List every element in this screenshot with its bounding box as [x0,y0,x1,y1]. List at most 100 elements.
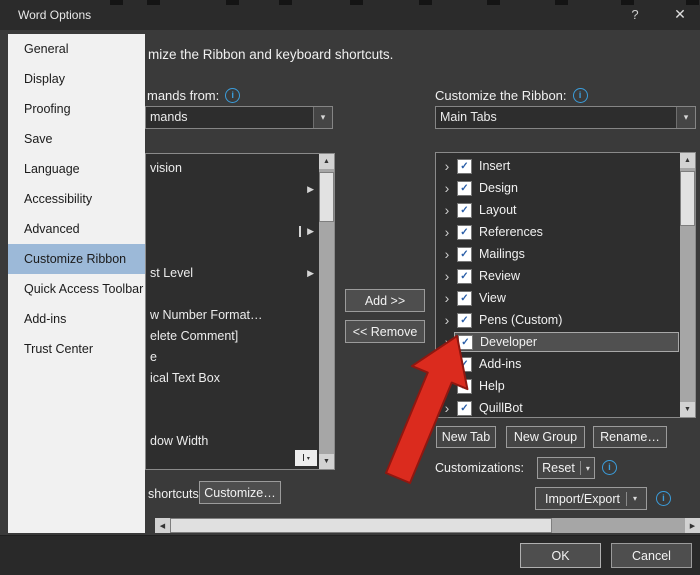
horizontal-scrollbar[interactable]: ◀ ▶ [155,518,700,533]
ribbon-tab-row-insert[interactable]: › ✓ Insert [437,155,679,177]
command-list-item[interactable]: w Number Format… [148,305,317,326]
chevron-right-icon[interactable]: › [440,222,454,242]
ribbon-tab-row-add-ins[interactable]: › ✓ Add-ins [437,353,679,375]
scroll-down-icon[interactable]: ▼ [319,454,334,469]
ribbon-tabs-listbox[interactable]: › ✓ Insert › ✓ Design › ✓ Layout › ✓ References › ✓ Ma… [435,152,696,418]
sidebar-item-general[interactable]: General [8,34,145,64]
command-list-item[interactable]: elete Comment] [148,326,317,347]
chevron-down-icon[interactable]: ▾ [676,107,695,128]
close-icon[interactable]: ✕ [668,6,692,23]
main-tabs-dropdown[interactable]: Main Tabs ▾ [435,106,696,129]
command-list-item[interactable] [148,410,317,431]
chevron-right-icon[interactable]: › [440,266,454,286]
customizations-label: Customizations: [435,461,524,475]
info-icon[interactable]: i [225,88,241,103]
command-list-item[interactable]: st Level ▶ [148,263,317,284]
cancel-button[interactable]: Cancel [611,543,692,568]
ribbon-tab-row-mailings[interactable]: › ✓ Mailings [437,243,679,265]
text-cursor-dropdown[interactable]: I ▾ [295,450,317,466]
ribbon-tab-row-help[interactable]: › ✓ Help [437,375,679,397]
ribbon-tab-row-pens-custom[interactable]: › ✓ Pens (Custom) [437,309,679,331]
chevron-right-icon[interactable]: › [440,398,454,418]
sidebar-item-proofing[interactable]: Proofing [8,94,145,124]
help-icon[interactable]: ? [624,7,646,22]
command-list-item[interactable]: dow Width [148,431,317,452]
checkbox-checked[interactable]: ✓ [457,378,472,394]
chevron-right-icon[interactable]: › [440,200,454,220]
ribbon-tab-row-review[interactable]: › ✓ Review [437,265,679,287]
sidebar-item-save[interactable]: Save [8,124,145,154]
ribbon-tab-inner: ✓ Pens (Custom) [454,310,679,330]
add-button[interactable]: Add >> [345,289,425,312]
sidebar-item-quick-access-toolbar[interactable]: Quick Access Toolbar [8,274,145,304]
chevron-down-icon[interactable]: ▾ [313,107,332,128]
scrollbar-thumb[interactable] [680,171,695,226]
checkbox-checked[interactable]: ✓ [457,356,472,372]
checkbox-checked[interactable]: ✓ [457,180,472,196]
new-group-button[interactable]: New Group [506,426,585,448]
rename-button[interactable]: Rename… [593,426,667,448]
checkbox-checked[interactable]: ✓ [457,202,472,218]
scrollbar-thumb[interactable] [170,518,552,533]
chevron-right-icon[interactable]: › [440,244,454,264]
scroll-left-icon[interactable]: ◀ [155,518,170,533]
checkbox-checked[interactable]: ✓ [458,334,473,350]
sidebar-item-advanced[interactable]: Advanced [8,214,145,244]
sidebar-item-customize-ribbon[interactable]: Customize Ribbon [8,244,145,274]
chevron-right-icon[interactable]: › [440,310,454,330]
chevron-right-icon[interactable]: › [440,376,454,396]
scroll-up-icon[interactable]: ▲ [319,154,334,169]
ribbon-tab-row-design[interactable]: › ✓ Design [437,177,679,199]
ribbon-tab-row-view[interactable]: › ✓ View [437,287,679,309]
command-list-item[interactable] [148,242,317,263]
checkbox-checked[interactable]: ✓ [457,400,472,416]
chevron-right-icon[interactable]: › [440,156,454,176]
command-list-item-label [148,287,150,301]
chevron-right-icon[interactable]: › [440,354,454,374]
info-icon[interactable]: i [602,460,617,475]
ribbon-tab-row-quillbot[interactable]: › ✓ QuillBot [437,397,679,419]
sidebar-item-add-ins[interactable]: Add-ins [8,304,145,334]
command-list-item[interactable] [148,284,317,305]
command-list-item[interactable]: vision [148,158,317,179]
command-list-item[interactable]: ▶ [148,221,317,242]
command-list-item[interactable]: e [148,347,317,368]
command-list-item[interactable] [148,389,317,410]
checkbox-checked[interactable]: ✓ [457,268,472,284]
customize-shortcuts-button[interactable]: Customize… [199,481,281,504]
info-icon[interactable]: i [572,88,588,103]
import-export-button[interactable]: Import/Export ▾ [535,487,647,510]
ok-button[interactable]: OK [520,543,601,568]
ribbon-tabs-scrollbar[interactable]: ▲ ▼ [680,153,695,417]
info-icon[interactable]: i [656,491,671,506]
chevron-right-icon[interactable]: › [440,332,454,352]
checkbox-checked[interactable]: ✓ [457,246,472,262]
sidebar-item-display[interactable]: Display [8,64,145,94]
commands-list-scrollbar[interactable]: ▲ ▼ [319,154,334,469]
scroll-right-icon[interactable]: ▶ [685,518,700,533]
ribbon-tab-row-layout[interactable]: › ✓ Layout [437,199,679,221]
checkbox-checked[interactable]: ✓ [457,158,472,174]
commands-listbox[interactable]: vision ▶ ▶ st Level ▶ w Number Format… elete C… [145,153,335,470]
checkbox-checked[interactable]: ✓ [457,290,472,306]
remove-button[interactable]: << Remove [345,320,425,343]
command-list-item[interactable] [148,200,317,221]
checkbox-checked[interactable]: ✓ [457,224,472,240]
titlebar[interactable]: Word Options ? ✕ [0,0,700,30]
chevron-right-icon[interactable]: › [440,288,454,308]
command-list-item[interactable]: ical Text Box [148,368,317,389]
ribbon-tab-row-developer[interactable]: › ✓ Developer [437,331,679,353]
scroll-up-icon[interactable]: ▲ [680,153,695,168]
command-list-item[interactable]: ▶ [148,179,317,200]
scrollbar-thumb[interactable] [319,172,334,222]
new-tab-button[interactable]: New Tab [436,426,496,448]
checkbox-checked[interactable]: ✓ [457,312,472,328]
choose-commands-dropdown[interactable]: mands ▾ [145,106,333,129]
reset-button[interactable]: Reset ▾ [537,457,595,479]
scroll-down-icon[interactable]: ▼ [680,402,695,417]
ribbon-tab-row-references[interactable]: › ✓ References [437,221,679,243]
sidebar-item-accessibility[interactable]: Accessibility [8,184,145,214]
sidebar-item-language[interactable]: Language [8,154,145,184]
chevron-right-icon[interactable]: › [440,178,454,198]
sidebar-item-trust-center[interactable]: Trust Center [8,334,145,364]
